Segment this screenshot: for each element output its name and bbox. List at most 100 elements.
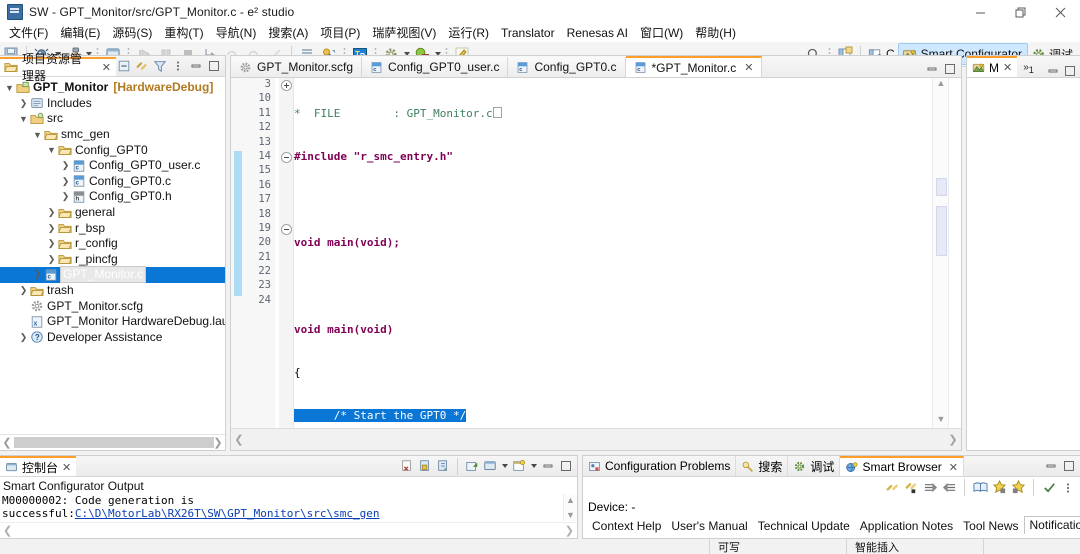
menu-edit[interactable]: 编辑(E)	[54, 24, 106, 42]
clear-console-icon[interactable]	[399, 458, 415, 474]
pin-console-icon[interactable]	[464, 458, 480, 474]
open-book-icon[interactable]	[972, 480, 988, 496]
display-console-icon[interactable]	[482, 458, 498, 474]
editor-vscrollbar[interactable]: ▲ ▼	[932, 78, 949, 428]
menu-renesas-ai[interactable]: Renesas AI	[561, 24, 634, 42]
scroll-up-icon[interactable]: ▲	[566, 495, 575, 505]
tree-item-general[interactable]: ❯ general	[0, 205, 225, 221]
show-console-icon[interactable]	[435, 458, 451, 474]
tab-search[interactable]: 搜索	[736, 456, 789, 476]
sb-cat-technical-update[interactable]: Technical Update	[753, 518, 855, 534]
tree-item-config-gpt0-user-c[interactable]: ❯ c Config_GPT0_user.c	[0, 158, 225, 174]
maximize-icon[interactable]	[206, 58, 222, 74]
editor-tab-gpt-monitor-scfg[interactable]: GPT_Monitor.scfg	[231, 57, 363, 77]
tab-project-explorer[interactable]: 项目资源管理器 ✕	[0, 52, 116, 83]
editor-tab-config-gpt0-c[interactable]: c Config_GPT0.c	[508, 57, 626, 77]
tree-item-developer-assistance[interactable]: ❯ ? Developer Assistance	[0, 330, 225, 346]
scroll-down-icon[interactable]: ▼	[566, 510, 575, 520]
menu-refactor[interactable]: 重构(T)	[158, 24, 209, 42]
tree-item-launch-config[interactable]: x GPT_Monitor HardwareDebug.launch	[0, 314, 225, 330]
console-output[interactable]: M00000002: Code generation is successful…	[0, 494, 577, 521]
minimize-icon[interactable]	[960, 0, 1000, 24]
open-console-icon[interactable]	[511, 458, 527, 474]
close-icon[interactable]: ✕	[744, 61, 753, 74]
sample-project-icon[interactable]	[1010, 480, 1026, 496]
view-menu-icon[interactable]	[170, 58, 186, 74]
project-explorer-hscrollbar[interactable]: ❮ ❯	[0, 434, 225, 450]
export-icon[interactable]	[941, 480, 957, 496]
tree-item-includes[interactable]: ❯ Includes	[0, 96, 225, 112]
hscroll-thumb[interactable]	[14, 437, 214, 448]
editor-text[interactable]: * FILE : GPT_Monitor.c #include "r_smc_e…	[294, 78, 933, 428]
sb-cat-tool-news[interactable]: Tool News	[958, 518, 1023, 534]
tab-smart-browser[interactable]: Smart Browser ✕	[840, 456, 965, 476]
scroll-up-icon[interactable]: ▲	[937, 78, 946, 92]
tree-item-config-gpt0-c[interactable]: ❯ c Config_GPT0.c	[0, 174, 225, 190]
collapse-all-icon[interactable]	[116, 58, 132, 74]
chevron-right-icon[interactable]: ❯	[18, 98, 29, 109]
tree-item-gpt-monitor-c[interactable]: ❯ c GPT_Monitor.c	[0, 266, 225, 284]
menu-renesas-views[interactable]: 瑞萨视图(V)	[366, 24, 442, 42]
hscroll-track[interactable]	[14, 437, 214, 448]
menu-help[interactable]: 帮助(H)	[689, 24, 742, 42]
sb-cat-users-manual[interactable]: User's Manual	[666, 518, 752, 534]
chevron-right-icon[interactable]: ❯	[18, 332, 29, 343]
chevron-down-icon[interactable]: ▼	[4, 83, 15, 93]
editor-marker-bar[interactable]	[231, 78, 246, 428]
minimize-icon[interactable]	[926, 63, 938, 75]
chevron-right-icon[interactable]: ❯	[60, 176, 71, 187]
menu-project[interactable]: 项目(P)	[314, 24, 366, 42]
fold-collapse-icon[interactable]	[281, 224, 292, 235]
tree-item-trash[interactable]: ❯ trash	[0, 283, 225, 299]
tree-item-config-gpt0-h[interactable]: ❯ h Config_GPT0.h	[0, 189, 225, 205]
right-panel-overflow[interactable]: » 1	[1017, 57, 1040, 77]
chevron-right-icon[interactable]: ❯	[32, 269, 43, 280]
tab-console[interactable]: 控制台 ✕	[0, 456, 77, 476]
fold-collapse-icon[interactable]	[281, 152, 292, 163]
tree-item-r-config[interactable]: ❯ r_config	[0, 236, 225, 252]
scroll-right-icon[interactable]: ❯	[565, 524, 574, 537]
editor-tab-config-gpt0-user-c[interactable]: c Config_GPT0_user.c	[362, 57, 509, 77]
console-hscrollbar[interactable]: ❮ ❯	[0, 522, 577, 538]
menu-navigate[interactable]: 导航(N)	[210, 24, 263, 42]
menu-source[interactable]: 源码(S)	[106, 24, 158, 42]
right-panel-tab-m[interactable]: M ✕	[967, 56, 1018, 77]
import-icon[interactable]	[922, 480, 938, 496]
chevron-right-icon[interactable]: ❯	[46, 207, 57, 218]
close-icon[interactable]: ✕	[949, 461, 958, 474]
view-filter-icon[interactable]	[152, 58, 168, 74]
check-icon[interactable]	[1041, 480, 1057, 496]
vscroll-thumb[interactable]	[936, 178, 947, 196]
chevron-right-icon[interactable]: ❯	[18, 285, 29, 296]
chevron-right-icon[interactable]: ❯	[60, 191, 71, 202]
editor-overview-ruler[interactable]	[948, 78, 961, 428]
scroll-right-icon[interactable]: ❯	[945, 433, 961, 446]
menu-window[interactable]: 窗口(W)	[634, 24, 689, 42]
tab-configuration-problems[interactable]: Configuration Problems	[583, 456, 737, 476]
maximize-icon[interactable]	[1064, 65, 1076, 77]
open-menu-arrow-icon[interactable]	[529, 456, 538, 476]
chevron-down-icon[interactable]: ▼	[32, 130, 43, 140]
close-icon[interactable]: ✕	[1003, 61, 1012, 74]
link-filled-icon[interactable]	[903, 480, 919, 496]
scroll-left-icon[interactable]: ❮	[0, 436, 14, 449]
close-icon[interactable]: ✕	[102, 61, 111, 74]
minimize-icon[interactable]	[1047, 65, 1059, 77]
sb-cat-context-help[interactable]: Context Help	[587, 518, 666, 534]
fold-expand-icon[interactable]	[281, 79, 292, 91]
chevron-down-icon[interactable]: ▼	[46, 145, 57, 155]
minimize-icon[interactable]	[188, 58, 204, 74]
tree-item-config-gpt0[interactable]: ▼ Config_GPT0	[0, 142, 225, 158]
close-icon[interactable]	[1040, 0, 1080, 24]
chevron-right-icon[interactable]: ❯	[46, 238, 57, 249]
chevron-right-icon[interactable]: ❯	[46, 254, 57, 265]
vscroll-thumb-main[interactable]	[936, 206, 947, 256]
link-icon[interactable]	[884, 480, 900, 496]
tab-debug[interactable]: 调试	[788, 456, 841, 476]
chevron-down-icon[interactable]: ▼	[18, 114, 29, 124]
maximize-icon[interactable]	[558, 458, 574, 474]
minimize-icon[interactable]	[540, 458, 556, 474]
editor-hscrollbar[interactable]: ❮ ❯	[231, 428, 961, 450]
menu-translator[interactable]: Translator	[495, 24, 561, 42]
menu-search[interactable]: 搜索(A)	[262, 24, 314, 42]
